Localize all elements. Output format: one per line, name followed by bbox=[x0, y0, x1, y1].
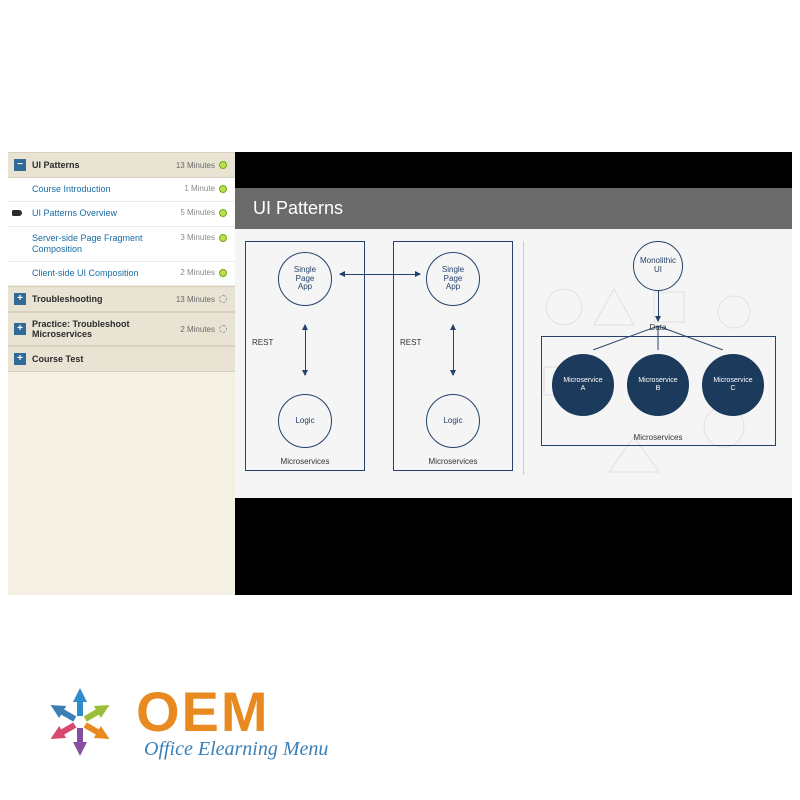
rest-label: REST bbox=[400, 338, 421, 347]
status-complete-icon bbox=[219, 161, 227, 169]
sidebar-blank bbox=[8, 372, 235, 595]
status-progress-icon bbox=[219, 325, 227, 333]
lesson-client-side-composition[interactable]: Client-side UI Composition 2 Minutes bbox=[8, 262, 235, 286]
collapse-icon: − bbox=[14, 159, 26, 171]
microservice-box-2: Single Page App REST Logic Microservices bbox=[393, 241, 513, 471]
section-title: Practice: Troubleshoot Microservices bbox=[32, 319, 180, 339]
lesson-duration: 2 Minutes bbox=[180, 268, 215, 277]
lesson-course-introduction[interactable]: Course Introduction 1 Minute bbox=[8, 178, 235, 202]
section-title: Course Test bbox=[32, 354, 227, 364]
lesson-server-side-fragment[interactable]: Server-side Page Fragment Composition 3 … bbox=[8, 227, 235, 263]
box-caption: Microservices bbox=[281, 457, 330, 466]
section-ui-patterns[interactable]: − UI Patterns 13 Minutes bbox=[8, 152, 235, 178]
section-duration: 13 Minutes bbox=[176, 295, 215, 304]
status-progress-icon bbox=[219, 295, 227, 303]
slide-body: Single Page App REST Logic Microservices… bbox=[235, 229, 792, 487]
arrow-down-icon bbox=[658, 291, 659, 321]
diagram-left: Single Page App REST Logic Microservices… bbox=[245, 241, 513, 475]
expand-icon: + bbox=[14, 353, 26, 365]
expand-icon: + bbox=[14, 293, 26, 305]
section-duration: 13 Minutes bbox=[176, 161, 215, 170]
box-caption: Microservices bbox=[429, 457, 478, 466]
slide: UI Patterns Single Page App RES bbox=[235, 188, 792, 498]
logic-node: Logic bbox=[426, 394, 480, 448]
lesson-ui-patterns-overview[interactable]: UI Patterns Overview 5 Minutes bbox=[8, 202, 235, 226]
lesson-title: Course Introduction bbox=[32, 184, 184, 195]
status-complete-icon bbox=[219, 269, 227, 277]
status-complete-icon bbox=[219, 185, 227, 193]
monolithic-ui-node: Monolithic UI bbox=[633, 241, 683, 291]
lesson-title: Server-side Page Fragment Composition bbox=[32, 233, 180, 256]
brand-text: OEM Office Elearning Menu bbox=[136, 684, 328, 761]
spa-node: Single Page App bbox=[426, 252, 480, 306]
expand-icon: + bbox=[14, 323, 26, 335]
lesson-duration: 1 Minute bbox=[184, 184, 215, 193]
section-practice-troubleshoot[interactable]: + Practice: Troubleshoot Microservices 2… bbox=[8, 312, 235, 346]
section-title: Troubleshooting bbox=[32, 294, 176, 304]
lesson-title: UI Patterns Overview bbox=[32, 208, 180, 219]
arrows-circle-icon bbox=[30, 672, 130, 772]
microservices-container: Microservice A Microservice B Microservi… bbox=[541, 336, 776, 446]
course-outline-sidebar: − UI Patterns 13 Minutes Course Introduc… bbox=[8, 152, 235, 595]
logic-node: Logic bbox=[278, 394, 332, 448]
microservice-box-1: Single Page App REST Logic Microservices bbox=[245, 241, 365, 471]
bidirectional-arrow-icon bbox=[305, 325, 306, 375]
lesson-title: Client-side UI Composition bbox=[32, 268, 180, 279]
video-content-area[interactable]: UI Patterns Single Page App RES bbox=[235, 152, 792, 595]
section-duration: 2 Minutes bbox=[180, 325, 215, 334]
data-label: Data bbox=[650, 323, 667, 332]
section-course-test[interactable]: + Course Test bbox=[8, 346, 235, 372]
slide-title: UI Patterns bbox=[235, 188, 792, 229]
rest-label: REST bbox=[252, 338, 273, 347]
brand-logo: OEM Office Elearning Menu bbox=[30, 672, 328, 772]
course-player: − UI Patterns 13 Minutes Course Introduc… bbox=[8, 152, 792, 595]
diagram-right: Monolithic UI Data Microservice A Micros… bbox=[523, 241, 782, 475]
bidirectional-arrow-icon bbox=[453, 325, 454, 375]
brand-title: OEM bbox=[136, 684, 328, 740]
lesson-duration: 5 Minutes bbox=[180, 208, 215, 217]
section-title: UI Patterns bbox=[32, 160, 176, 170]
spa-node: Single Page App bbox=[278, 252, 332, 306]
status-complete-icon bbox=[219, 209, 227, 217]
box-caption: Microservices bbox=[634, 433, 683, 442]
lesson-duration: 3 Minutes bbox=[180, 233, 215, 242]
microservice-c-node: Microservice C bbox=[702, 354, 764, 416]
status-complete-icon bbox=[219, 234, 227, 242]
brand-subtitle: Office Elearning Menu bbox=[144, 738, 328, 761]
microservice-b-node: Microservice B bbox=[627, 354, 689, 416]
section-troubleshooting[interactable]: + Troubleshooting 13 Minutes bbox=[8, 286, 235, 312]
microservice-a-node: Microservice A bbox=[552, 354, 614, 416]
